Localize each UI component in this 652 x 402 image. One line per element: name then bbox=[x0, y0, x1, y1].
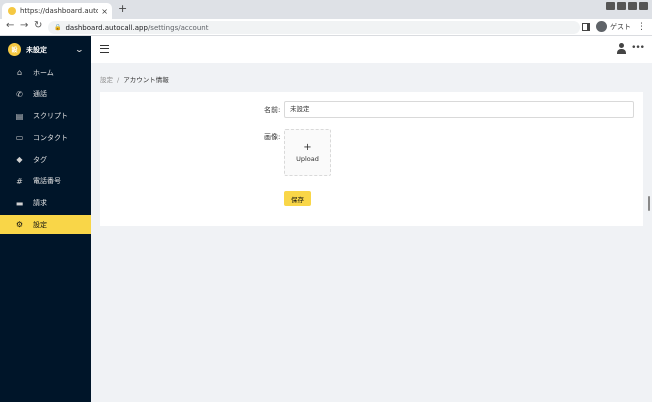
upload-label: Upload bbox=[296, 154, 319, 163]
chevron-down-icon: ⌄ bbox=[74, 45, 85, 54]
app-header: ••• bbox=[91, 36, 652, 63]
sidebar: 設 未設定 ⌄ ⌂ ホーム ✆ 通話 ▤ スクリプト ▭ コンタクト ◆ タグ … bbox=[0, 36, 91, 402]
tab-close-icon[interactable]: × bbox=[101, 7, 108, 16]
window-control-icon[interactable] bbox=[639, 2, 648, 10]
contact-card-icon: ▭ bbox=[15, 133, 24, 143]
profile-button[interactable]: ゲスト bbox=[596, 21, 631, 32]
sidebar-item-settings[interactable]: ⚙ 設定 bbox=[0, 215, 91, 235]
message-icon: ▤ bbox=[15, 111, 24, 121]
plus-icon: + bbox=[303, 141, 312, 153]
reload-icon[interactable]: ↻ bbox=[34, 20, 42, 31]
browser-toolbar: ← → ↻ 🔒 dashboard.autocall.app/settings/… bbox=[0, 19, 652, 36]
phone-icon: ✆ bbox=[16, 89, 23, 99]
breadcrumb-separator: / bbox=[117, 76, 120, 84]
credit-card-icon: ▬ bbox=[15, 198, 24, 208]
sidebar-item-tags[interactable]: ◆ タグ bbox=[0, 150, 91, 169]
image-label: 画像: bbox=[264, 133, 281, 141]
sidebar-item-calls[interactable]: ✆ 通話 bbox=[0, 85, 91, 104]
sidebar-item-label: ホーム bbox=[33, 68, 54, 77]
sidebar-item-contacts[interactable]: ▭ コンタクト bbox=[0, 128, 91, 147]
workspace-switcher[interactable]: 設 未設定 ⌄ bbox=[0, 36, 91, 63]
sidebar-item-label: タグ bbox=[33, 155, 47, 164]
profile-avatar-icon bbox=[596, 21, 607, 32]
more-icon[interactable]: ••• bbox=[631, 43, 645, 53]
window-control-icon[interactable] bbox=[617, 2, 626, 10]
sidebar-item-label: 設定 bbox=[33, 220, 47, 229]
sidebar-item-home[interactable]: ⌂ ホーム bbox=[0, 63, 91, 82]
sidebar-item-label: 電話番号 bbox=[33, 177, 61, 186]
sidebar-item-scripts[interactable]: ▤ スクリプト bbox=[0, 107, 91, 126]
favicon-icon bbox=[8, 7, 16, 15]
browser-menu-icon[interactable]: ⋮ bbox=[637, 22, 646, 32]
browser-tab-bar: https://dashboard.autocall.app/s × + bbox=[0, 0, 652, 19]
workspace-name: 未設定 bbox=[26, 45, 47, 54]
gear-icon: ⚙ bbox=[15, 220, 24, 230]
sidebar-item-billing[interactable]: ▬ 請求 bbox=[0, 194, 91, 213]
scrollbar-thumb[interactable] bbox=[648, 196, 650, 211]
breadcrumb-current: アカウント情報 bbox=[123, 76, 169, 84]
menu-toggle-icon[interactable] bbox=[100, 45, 109, 53]
window-control-icon[interactable] bbox=[606, 2, 615, 10]
tab-title: https://dashboard.autocall.app/s bbox=[20, 7, 99, 15]
window-control-icon[interactable] bbox=[628, 2, 637, 10]
url-host: dashboard.autocall.app bbox=[65, 23, 148, 32]
tag-icon: ◆ bbox=[16, 155, 23, 164]
sidebar-item-label: コンタクト bbox=[33, 133, 68, 142]
breadcrumb-parent[interactable]: 設定 bbox=[100, 76, 113, 84]
forward-icon[interactable]: → bbox=[20, 20, 28, 31]
sidebar-item-label: 請求 bbox=[33, 199, 47, 207]
back-icon[interactable]: ← bbox=[6, 20, 14, 31]
user-icon[interactable] bbox=[617, 43, 626, 54]
sidebar-item-label: スクリプト bbox=[33, 112, 68, 120]
name-label: 名前: bbox=[264, 106, 281, 114]
workspace-logo: 設 bbox=[8, 43, 21, 56]
address-bar[interactable]: 🔒 dashboard.autocall.app/settings/accoun… bbox=[48, 21, 580, 34]
side-panel-icon[interactable] bbox=[582, 22, 590, 31]
profile-label: ゲスト bbox=[610, 22, 631, 31]
browser-tab[interactable]: https://dashboard.autocall.app/s × bbox=[2, 3, 112, 19]
lock-icon: 🔒 bbox=[54, 24, 62, 31]
breadcrumb: 設定 / アカウント情報 bbox=[100, 74, 169, 84]
new-tab-button[interactable]: + bbox=[118, 2, 127, 15]
sidebar-item-label: 通話 bbox=[33, 90, 47, 99]
url-path: /settings/account bbox=[147, 23, 209, 32]
window-controls bbox=[606, 2, 648, 10]
image-upload-button[interactable]: + Upload bbox=[284, 129, 331, 176]
sidebar-item-phone-numbers[interactable]: # 電話番号 bbox=[0, 172, 91, 191]
hash-icon: # bbox=[16, 176, 23, 186]
name-input[interactable]: 未設定 bbox=[284, 101, 634, 118]
account-form-card: 名前: 未設定 画像: + Upload 保存 bbox=[100, 92, 643, 226]
sidebar-menu: ⌂ ホーム ✆ 通話 ▤ スクリプト ▭ コンタクト ◆ タグ # 電話番号 ▬… bbox=[0, 63, 91, 235]
home-icon: ⌂ bbox=[16, 68, 23, 77]
save-button[interactable]: 保存 bbox=[284, 191, 311, 206]
